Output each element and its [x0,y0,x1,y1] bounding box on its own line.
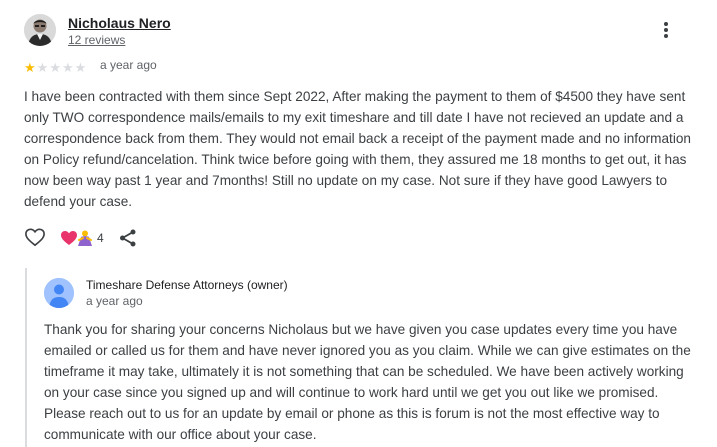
review-time: a year ago [100,58,157,72]
heart-outline-icon [25,228,45,247]
person-icon [44,278,74,308]
owner-reply: Timeshare Defense Attorneys (owner) a ye… [25,268,697,447]
reaction-icons[interactable] [60,229,94,252]
star-filled-icon: ★ [24,60,36,75]
owner-avatar[interactable] [44,278,74,308]
star-empty-icon: ★ [36,60,49,75]
like-button[interactable] [24,227,46,252]
more-vert-icon [664,22,668,38]
star-empty-icon: ★ [61,60,74,75]
owner-name: Timeshare Defense Attorneys (owner) [86,278,288,292]
reaction-count: 4 [97,231,104,245]
reviewer-avatar[interactable] [24,14,56,46]
share-icon [120,229,136,247]
owner-reply-text: Thank you for sharing your concerns Nich… [44,322,691,442]
star-empty-icon: ★ [49,60,61,75]
reviewer-review-count[interactable]: 12 reviews [68,33,125,47]
share-button[interactable] [118,228,138,253]
star-rating: ★★★★★ [24,59,87,75]
star-empty-icon: ★ [74,60,87,75]
owner-reply-time: a year ago [86,294,143,308]
review-text: I have been contracted with them since S… [24,89,691,209]
reaction-emoji-icons [61,230,92,246]
more-options-button[interactable] [656,20,676,40]
reviewer-name[interactable]: Nicholaus Nero [68,15,171,31]
